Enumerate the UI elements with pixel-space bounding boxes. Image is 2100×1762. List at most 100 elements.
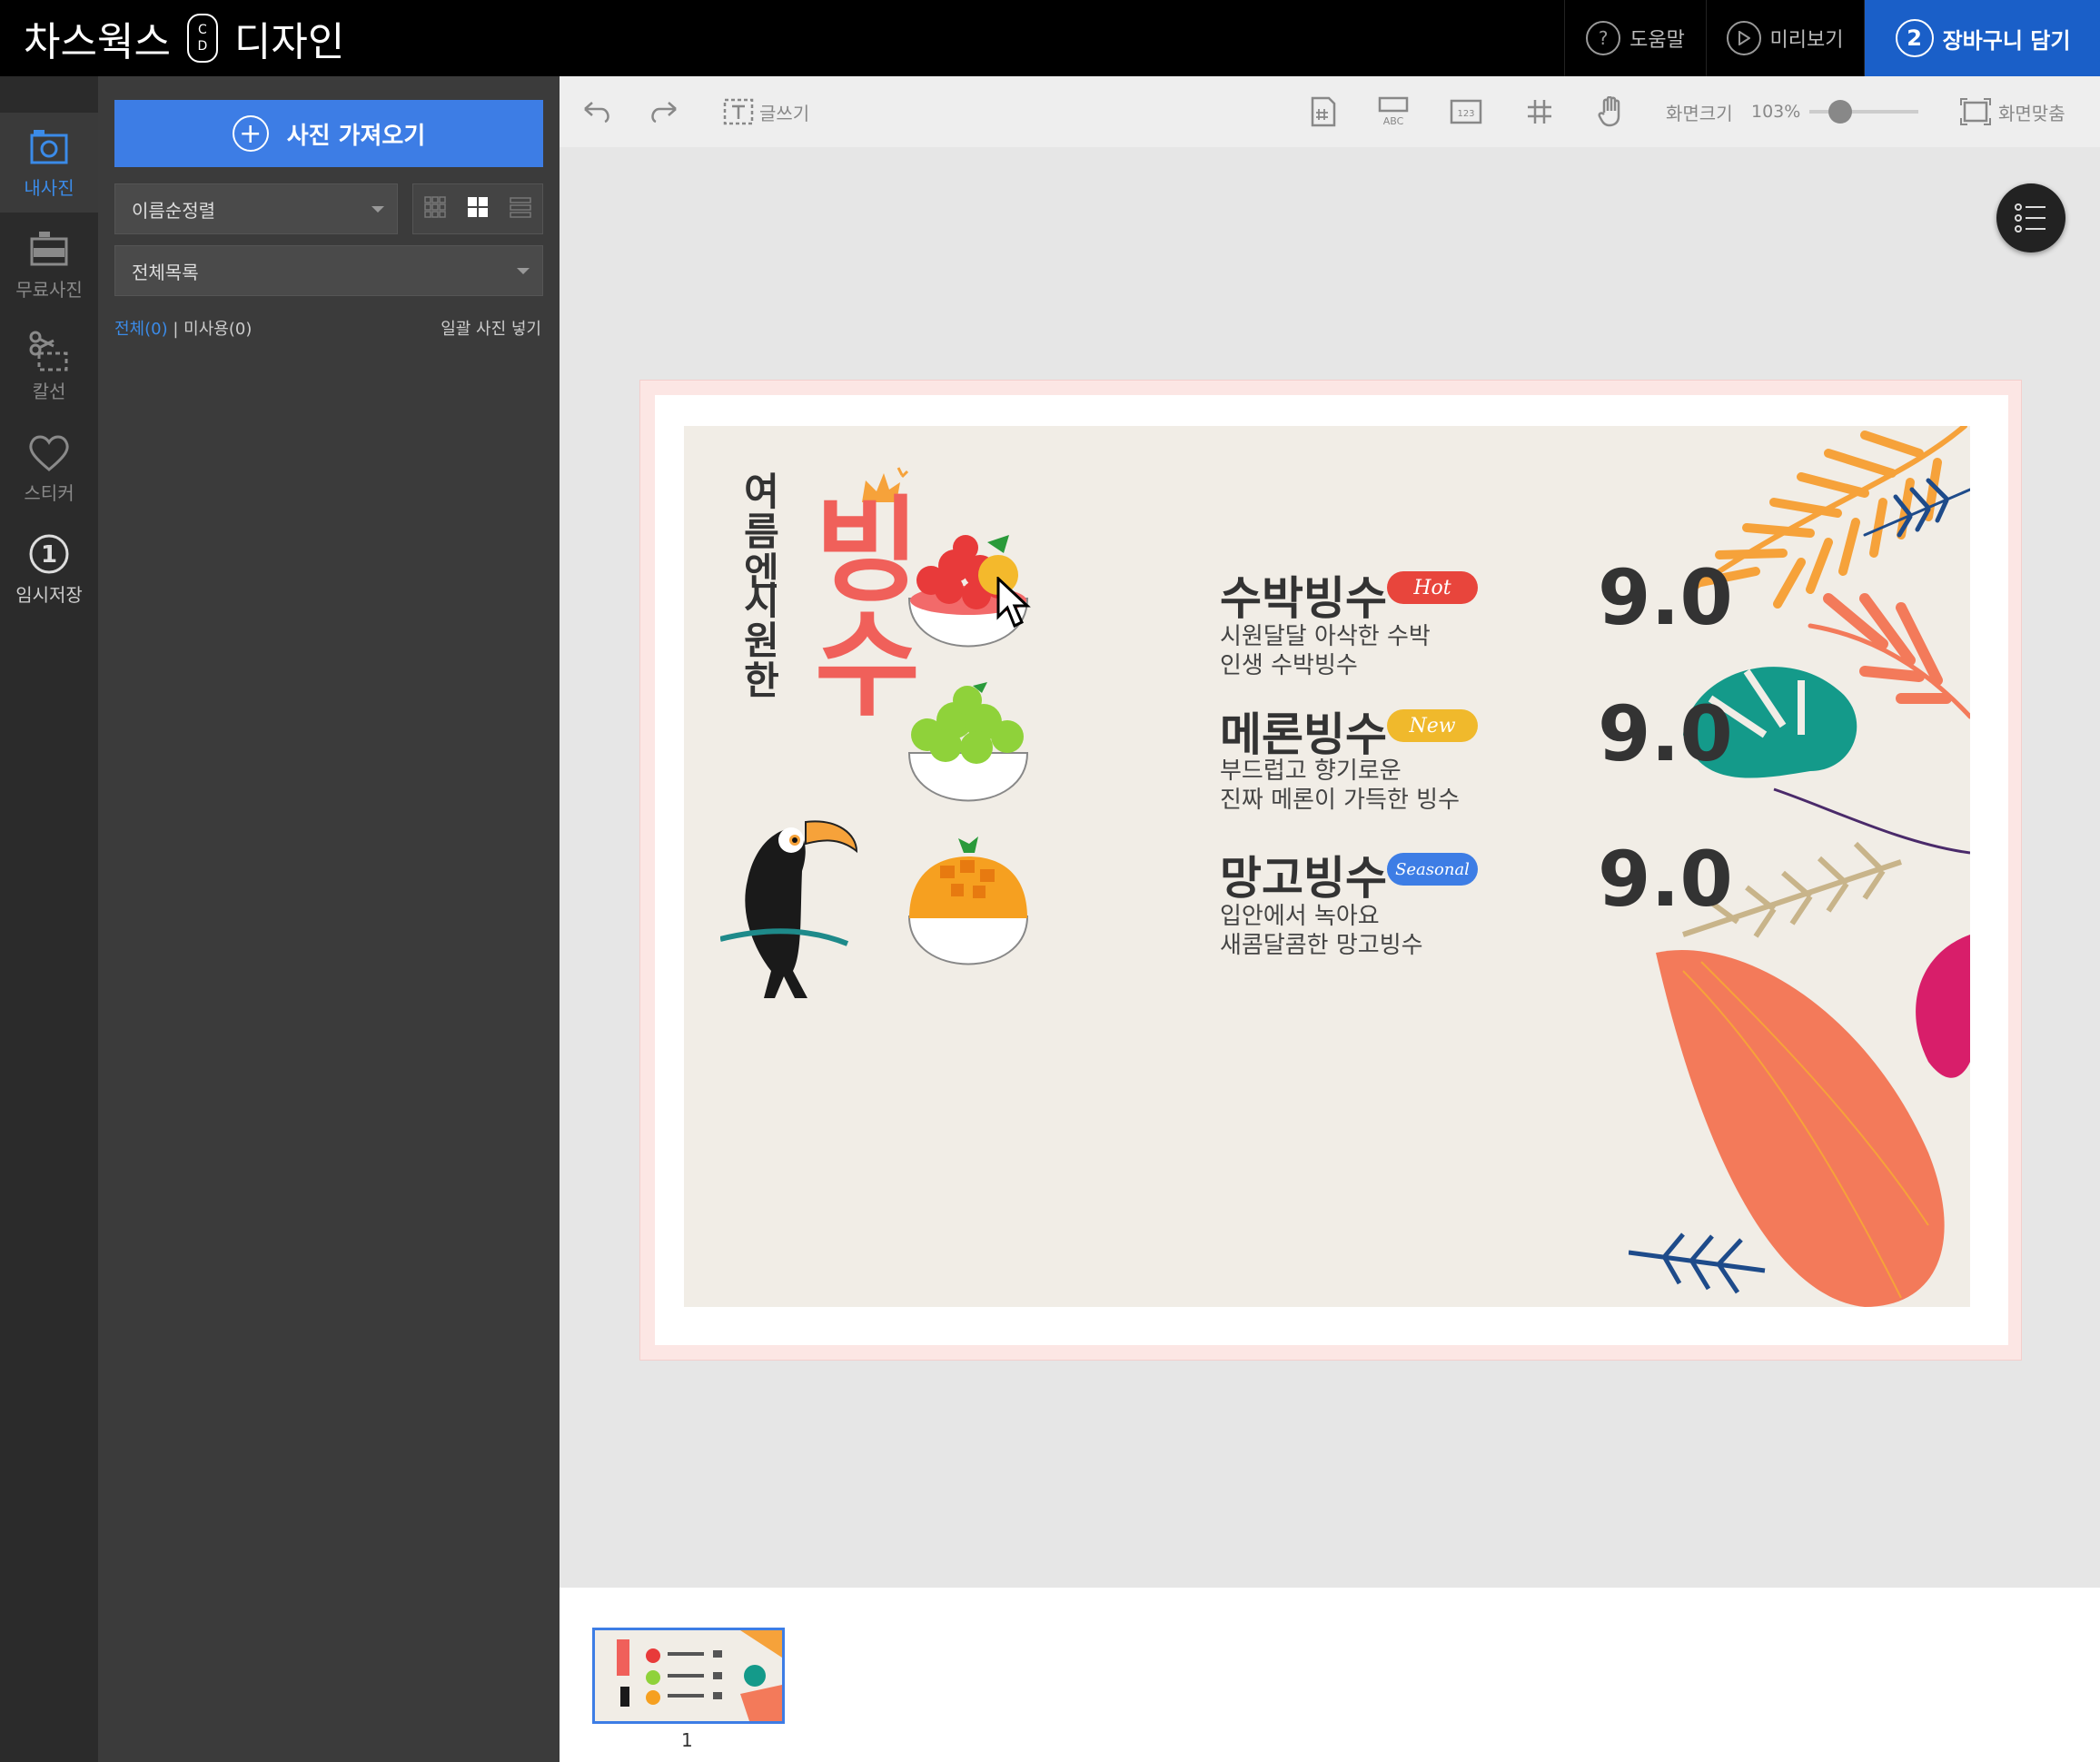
sort-value: 이름순정렬	[132, 199, 215, 222]
chevron-down-icon	[371, 206, 384, 213]
fit-screen-button[interactable]: 화면맞춤	[1960, 76, 2065, 147]
help-label: 도움말	[1629, 29, 1685, 52]
rail-label-my-photos: 내사진	[24, 176, 74, 199]
photo-filters: 전체(0) | 미사용(0)	[114, 316, 252, 340]
import-photos-label: 사진 가져오기	[286, 122, 426, 150]
filter-all[interactable]: 전체(0)	[114, 320, 168, 339]
rail-item-sticker[interactable]: 스티커	[0, 418, 98, 518]
filter-unused[interactable]: 미사용(0)	[183, 320, 252, 339]
preview-label: 미리보기	[1769, 29, 1844, 52]
temp-save-step: 1	[41, 541, 57, 569]
rail-item-cut-line[interactable]: 칼선	[0, 316, 98, 416]
page-number: 1	[681, 1729, 693, 1751]
text-tool-button[interactable]: 글쓰기	[723, 76, 809, 147]
play-icon	[1726, 21, 1761, 55]
fit-screen-label: 화면맞춤	[1998, 102, 2065, 124]
photo-icon	[30, 129, 68, 163]
menu-item-price: 9.0	[1598, 553, 1733, 642]
rail-item-free-photos[interactable]: 무료사진	[0, 214, 98, 314]
chevron-down-icon	[517, 268, 530, 274]
list-icon	[2015, 203, 2046, 233]
redo-button[interactable]	[649, 76, 679, 147]
rail-label-free-photos: 무료사진	[15, 278, 83, 301]
menu-item-name: 망고빙수	[1220, 852, 1387, 905]
melon-bingsu-illustration	[907, 682, 1029, 802]
photo-panel: + 사진 가져오기 이름순정렬 전체목록 전체(0) | 미사용(0) 일괄 사…	[98, 76, 560, 1762]
undo-icon	[584, 102, 609, 124]
page-safe-area: 여름엔 시원한 빙수 수박빙수 Hot 시원달달 아삭한 수박 인생 수박빙수 …	[655, 395, 2008, 1345]
grid-icon	[1528, 100, 1551, 124]
menu-item-name: 수박빙수	[1220, 572, 1387, 625]
numbering-icon: 123	[1450, 99, 1482, 124]
fit-screen-icon	[1960, 98, 1991, 125]
text-tool-label: 글쓰기	[759, 102, 810, 124]
mouse-cursor-icon	[996, 577, 1031, 629]
rail-label-sticker: 스티커	[24, 481, 74, 504]
abc-label: ABC	[1383, 115, 1404, 127]
layers-menu-button[interactable]	[1996, 183, 2065, 252]
plus-icon: +	[232, 115, 269, 152]
mango-bingsu-illustration	[907, 836, 1029, 965]
scissors-icon	[29, 331, 68, 371]
add-to-cart-button[interactable]: 2 장바구니 담기	[1864, 0, 2100, 76]
menu-item-desc-1: 입안에서 녹아요	[1220, 903, 1380, 930]
title-vertical-2: 시원한	[737, 580, 781, 700]
help-button[interactable]: ? 도움말	[1564, 0, 1706, 76]
large-grid-view-icon[interactable]	[467, 196, 489, 222]
filter-separator: |	[173, 320, 179, 339]
menu-item-desc-2: 새콤달콤한 망고빙수	[1220, 932, 1423, 959]
bulk-insert-link[interactable]: 일괄 사진 넣기	[441, 316, 541, 340]
heart-icon	[29, 435, 69, 471]
editor-toolbar: 글쓰기 ABC 123 화면크기 103% 화면맞춤	[560, 76, 2100, 148]
view-mode-toggle	[412, 183, 543, 234]
menu-item-desc-1: 부드럽고 향기로운	[1220, 757, 1402, 785]
list-view-icon[interactable]	[510, 196, 532, 222]
preview-button[interactable]: 미리보기	[1706, 0, 1863, 76]
menu-item-tag: Seasonal	[1387, 853, 1478, 886]
menu-item-price: 9.0	[1598, 835, 1733, 924]
menu-item-price: 9.0	[1598, 689, 1733, 778]
sort-select[interactable]: 이름순정렬	[114, 183, 398, 234]
toucan-illustration	[720, 820, 858, 998]
import-photos-button[interactable]: + 사진 가져오기	[114, 100, 543, 167]
hand-tool-button[interactable]	[1597, 76, 1624, 147]
undo-button[interactable]	[581, 76, 612, 147]
temp-save-icon: 1	[29, 534, 69, 573]
rail-label-temp-save: 임시저장	[15, 583, 83, 606]
free-photo-icon	[30, 231, 68, 265]
page-number-button[interactable]	[1310, 76, 1337, 147]
menu-item-desc-1: 시원달달 아삭한 수박	[1220, 623, 1431, 650]
title-vertical-1: 여름엔	[737, 471, 781, 591]
folder-value: 전체목록	[132, 261, 199, 283]
page-thumbnail-strip: 1	[560, 1588, 2100, 1762]
brand-logo: 차스웍스 C D 디자인	[24, 9, 344, 67]
hand-icon	[1598, 96, 1620, 127]
zoom-slider-handle[interactable]	[1828, 100, 1852, 124]
page-thumbnail-preview	[595, 1630, 782, 1721]
brand-mark: C D	[186, 14, 218, 63]
menu-item-tag: New	[1387, 709, 1478, 742]
left-rail: 내사진 무료사진 칼선 스티커 1 임시저장	[0, 76, 98, 1762]
zoom-slider-track[interactable]	[1809, 110, 1918, 114]
barcode-abc-button[interactable]: ABC	[1377, 76, 1410, 147]
grid-button[interactable]	[1526, 76, 1553, 147]
folder-select[interactable]: 전체목록	[114, 245, 543, 296]
help-icon: ?	[1586, 21, 1621, 55]
menu-item-desc-2: 인생 수박빙수	[1220, 652, 1358, 679]
zoom-value: 103%	[1751, 102, 1801, 122]
menu-design[interactable]: 여름엔 시원한 빙수 수박빙수 Hot 시원달달 아삭한 수박 인생 수박빙수 …	[684, 426, 1970, 1307]
brand-mark-d: D	[197, 39, 208, 54]
rail-label-cut-line: 칼선	[32, 380, 66, 402]
page-bleed-area: 여름엔 시원한 빙수 수박빙수 Hot 시원달달 아삭한 수박 인생 수박빙수 …	[639, 380, 2022, 1361]
step-2-icon: 2	[1895, 19, 1934, 57]
canvas-workspace: 여름엔 시원한 빙수 수박빙수 Hot 시원달달 아삭한 수박 인생 수박빙수 …	[560, 147, 2100, 1588]
menu-item-desc-2: 진짜 메론이 가득한 빙수	[1220, 787, 1460, 814]
small-grid-view-icon[interactable]	[423, 196, 446, 222]
page-thumbnail[interactable]	[592, 1628, 785, 1724]
brand-mark-c: C	[198, 23, 207, 37]
rail-item-temp-save[interactable]: 1 임시저장	[0, 520, 98, 619]
numbering-button[interactable]: 123	[1450, 76, 1482, 147]
rail-item-my-photos[interactable]: 내사진	[0, 113, 98, 213]
brand-suffix: 디자인	[233, 19, 345, 65]
top-bar: 차스웍스 C D 디자인 ? 도움말 미리보기 2 장바구니 담기	[0, 0, 2100, 76]
